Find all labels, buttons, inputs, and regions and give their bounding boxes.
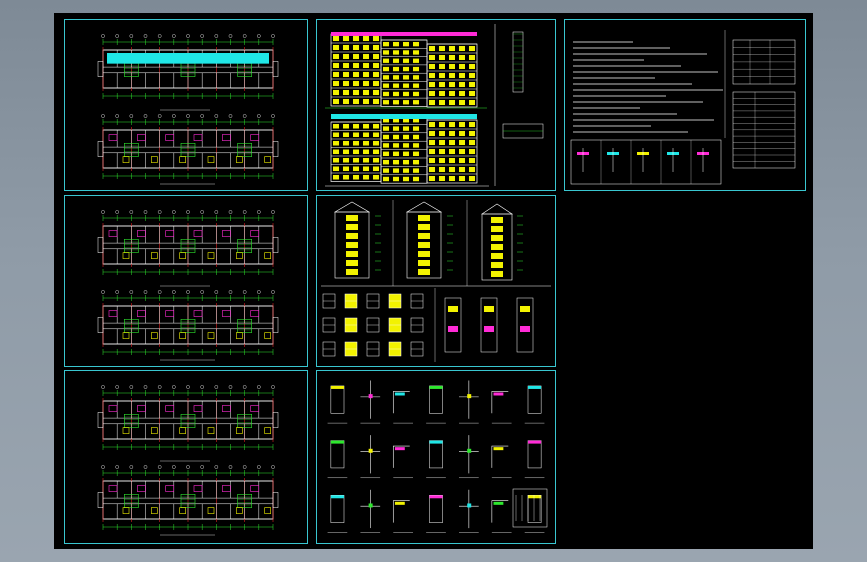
floor-plan-drawing (97, 34, 279, 185)
sheet-floor-plans-1[interactable] (64, 19, 308, 191)
sheet-design-notes[interactable] (564, 19, 806, 191)
notes-drawing (570, 30, 796, 185)
drawing-canvas[interactable] (54, 13, 813, 549)
sheet-floor-plans-3[interactable] (64, 370, 308, 544)
floor-plan-drawing (97, 385, 279, 536)
details-drawing (327, 380, 548, 533)
elevation-drawing (325, 24, 544, 187)
sheet-elevations-front[interactable] (316, 19, 556, 191)
sheet-floor-plans-2[interactable] (64, 195, 308, 367)
elevation-details-drawing (321, 200, 551, 362)
floor-plan-drawing (97, 210, 279, 361)
sheet-elevations-side[interactable] (316, 195, 556, 367)
sheet-construction-details[interactable] (316, 370, 556, 544)
